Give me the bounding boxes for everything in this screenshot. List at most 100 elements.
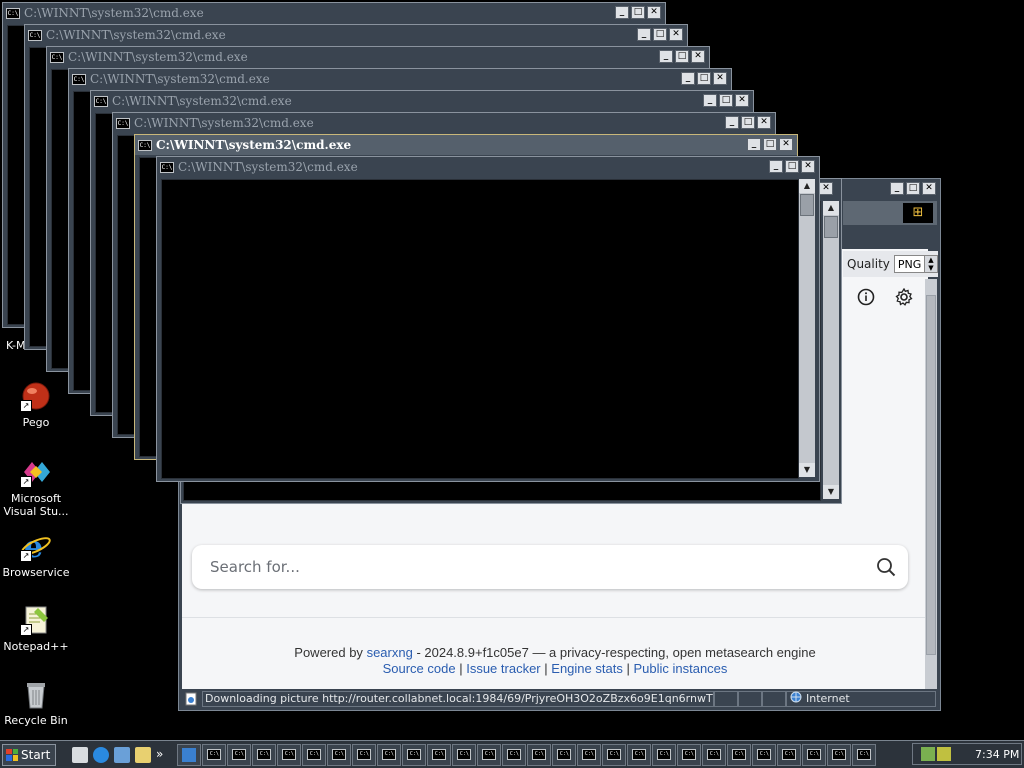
scroll-up-icon[interactable]: ▲: [799, 179, 815, 193]
cmd-window[interactable]: C:\C:\WINNT\system32\cmd.exe_□✕▲▼: [156, 156, 820, 482]
task-item-cmd[interactable]: C:\: [652, 743, 677, 766]
task-item-cmd[interactable]: C:\: [277, 743, 302, 766]
searxng-link[interactable]: searxng: [367, 645, 413, 660]
minimize-button[interactable]: _: [747, 138, 761, 151]
task-item-cmd[interactable]: C:\: [827, 743, 852, 766]
task-item-cmd[interactable]: C:\: [752, 743, 777, 766]
task-item-cmd[interactable]: C:\: [552, 743, 577, 766]
task-item-cmd[interactable]: C:\: [452, 743, 477, 766]
close-button[interactable]: ✕: [779, 138, 793, 151]
engine-stats-link[interactable]: Engine stats: [551, 661, 623, 676]
cmd-titlebar[interactable]: C:\ C:\WINNT\system32\cmd.exe: [69, 69, 731, 89]
minimize-button[interactable]: _: [703, 94, 717, 107]
task-item-cmd[interactable]: C:\: [727, 743, 752, 766]
task-item-cmd[interactable]: C:\: [402, 743, 427, 766]
show-desktop-icon[interactable]: [72, 746, 88, 763]
cmd-titlebar[interactable]: C:\ C:\WINNT\system32\cmd.exe: [3, 3, 665, 23]
close-button[interactable]: ✕: [922, 182, 936, 195]
maximize-button[interactable]: □: [785, 160, 799, 173]
task-item-cmd[interactable]: C:\: [202, 743, 227, 766]
cmd-titlebar[interactable]: C:\ C:\WINNT\system32\cmd.exe: [113, 113, 775, 133]
task-item-cmd[interactable]: C:\: [677, 743, 702, 766]
task-item-cmd[interactable]: C:\: [252, 743, 277, 766]
cmd-titlebar[interactable]: C:\ C:\WINNT\system32\cmd.exe: [135, 135, 797, 155]
minimize-button[interactable]: _: [890, 182, 904, 195]
cmd-scrollbar[interactable]: ▲▼: [799, 179, 815, 477]
close-button[interactable]: ✕: [691, 50, 705, 63]
desktop-icon-visual-studio[interactable]: ↗ Microsoft Visual Stu...: [0, 456, 72, 518]
browser-scrollbar[interactable]: [925, 279, 937, 689]
minimize-button[interactable]: _: [681, 72, 695, 85]
info-icon[interactable]: [857, 288, 875, 306]
minimize-button[interactable]: _: [615, 6, 629, 19]
maximize-button[interactable]: □: [719, 94, 733, 107]
minimize-button[interactable]: _: [725, 116, 739, 129]
task-item-cmd[interactable]: C:\: [327, 743, 352, 766]
task-item-cmd[interactable]: C:\: [627, 743, 652, 766]
task-item-cmd[interactable]: C:\: [602, 743, 627, 766]
maximize-button[interactable]: □: [653, 28, 667, 41]
issue-tracker-link[interactable]: Issue tracker: [466, 661, 540, 676]
outlook-express-icon[interactable]: [114, 746, 130, 763]
maximize-button[interactable]: □: [906, 182, 920, 195]
cmd-scroll-thumb[interactable]: [824, 216, 838, 238]
close-button[interactable]: ✕: [647, 6, 661, 19]
task-item-cmd[interactable]: C:\: [702, 743, 727, 766]
tray-app-icon[interactable]: [937, 747, 951, 761]
cmd-titlebar[interactable]: C:\ C:\WINNT\system32\cmd.exe: [25, 25, 687, 45]
scroll-down-icon[interactable]: ▼: [823, 485, 839, 499]
task-item-cmd[interactable]: C:\: [502, 743, 527, 766]
cmd-titlebar[interactable]: C:\ C:\WINNT\system32\cmd.exe: [91, 91, 753, 111]
spin-arrows-icon[interactable]: ▲ ▼: [923, 256, 937, 272]
task-item-cmd[interactable]: C:\: [577, 743, 602, 766]
task-item-cmd[interactable]: C:\: [802, 743, 827, 766]
minimize-button[interactable]: _: [637, 28, 651, 41]
gear-icon[interactable]: [895, 287, 913, 306]
task-item-cmd[interactable]: C:\: [777, 743, 802, 766]
task-item-cmd[interactable]: C:\: [227, 743, 252, 766]
close-button[interactable]: ✕: [757, 116, 771, 129]
internet-explorer-icon[interactable]: [93, 746, 109, 763]
cmd-titlebar[interactable]: C:\ C:\WINNT\system32\cmd.exe: [47, 47, 709, 67]
task-item-cmd[interactable]: C:\: [477, 743, 502, 766]
scroll-down-icon[interactable]: ▼: [799, 463, 815, 477]
browser-scroll-thumb[interactable]: [926, 295, 936, 655]
close-button[interactable]: ✕: [735, 94, 749, 107]
network-icon[interactable]: [921, 747, 935, 761]
minimize-button[interactable]: _: [769, 160, 783, 173]
scroll-up-icon[interactable]: ▲: [823, 201, 839, 215]
maximize-button[interactable]: □: [675, 50, 689, 63]
task-item-cmd[interactable]: C:\: [527, 743, 552, 766]
task-item-cmd[interactable]: C:\: [302, 743, 327, 766]
search-icon[interactable]: [876, 557, 896, 577]
maximize-button[interactable]: □: [741, 116, 755, 129]
close-button[interactable]: ✕: [713, 72, 727, 85]
quick-launch-chevron[interactable]: »: [156, 747, 163, 763]
cmd-titlebar[interactable]: C:\ C:\WINNT\system32\cmd.exe: [157, 157, 819, 177]
desktop-icon-browservice[interactable]: e ↗ Browservice: [0, 530, 72, 579]
cmd-scrollbar[interactable]: ▲▼: [823, 201, 839, 499]
close-button[interactable]: ✕: [669, 28, 683, 41]
task-item-cmd[interactable]: C:\: [377, 743, 402, 766]
close-button[interactable]: ✕: [819, 182, 833, 195]
task-item-cmd[interactable]: C:\: [427, 743, 452, 766]
maximize-button[interactable]: □: [631, 6, 645, 19]
source-code-link[interactable]: Source code: [383, 661, 456, 676]
search-input[interactable]: [208, 557, 852, 577]
task-item-browser[interactable]: [177, 743, 202, 766]
close-button[interactable]: ✕: [801, 160, 815, 173]
quality-select[interactable]: PNG ▲ ▼: [893, 255, 938, 273]
task-item-cmd[interactable]: C:\: [852, 743, 877, 766]
minimize-button[interactable]: _: [659, 50, 673, 63]
desktop-icon-pego[interactable]: ↗ Pego: [0, 380, 72, 429]
start-button[interactable]: Start: [2, 743, 56, 766]
desktop-icon-notepad-plus-plus[interactable]: ↗ Notepad++: [0, 604, 72, 653]
desktop-icon-recycle-bin[interactable]: Recycle Bin: [0, 678, 72, 727]
folder-icon[interactable]: [135, 746, 151, 763]
clock[interactable]: 7:34 PM: [975, 748, 1019, 761]
task-item-cmd[interactable]: C:\: [352, 743, 377, 766]
maximize-button[interactable]: □: [763, 138, 777, 151]
public-instances-link[interactable]: Public instances: [633, 661, 727, 676]
maximize-button[interactable]: □: [697, 72, 711, 85]
cmd-scroll-thumb[interactable]: [800, 194, 814, 216]
